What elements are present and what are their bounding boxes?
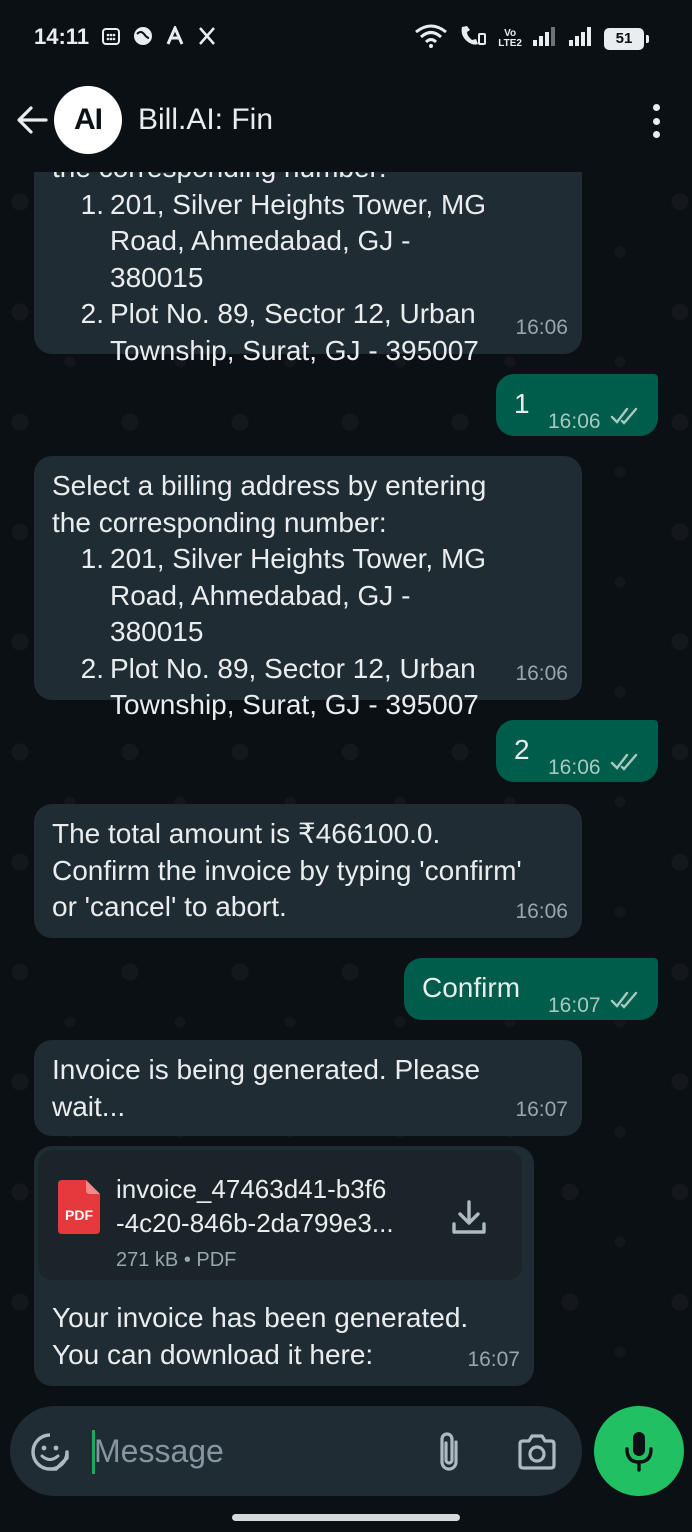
message-text: Invoice is being generated. Please wait.… bbox=[52, 1054, 481, 1122]
emoji-sticker-icon[interactable] bbox=[30, 1432, 70, 1472]
message-time: 16:07 bbox=[515, 1097, 568, 1121]
notification-icons bbox=[100, 25, 218, 47]
message-time: 16:06 bbox=[548, 756, 601, 779]
outgoing-message[interactable]: 2 16:06 bbox=[496, 720, 658, 782]
camera-icon[interactable] bbox=[516, 1432, 558, 1472]
message-text: The total amount is ₹466100.0. Confirm t… bbox=[52, 818, 522, 922]
message-text-partial: the corresponding number: bbox=[52, 172, 506, 187]
svg-text:PDF: PDF bbox=[65, 1207, 93, 1223]
signal-strength-1-icon bbox=[532, 25, 558, 52]
avatar[interactable]: AI bbox=[54, 86, 122, 154]
double-check-icon bbox=[610, 407, 638, 425]
incoming-message-address-list[interactable]: Select a billing address by entering the… bbox=[34, 456, 582, 720]
wifi-call-icon bbox=[458, 24, 488, 53]
file-name: invoice_47463d41-b3f6 -4c20-846b-2da799e… bbox=[116, 1174, 394, 1238]
incoming-message-address-list[interactable]: the corresponding number: 1.201, Silver … bbox=[34, 172, 582, 366]
volte-label: Vo LTE2 bbox=[498, 27, 522, 49]
message-text: Select a billing address by entering the… bbox=[52, 470, 487, 538]
chat-title[interactable]: Bill.AI: Fin bbox=[138, 103, 273, 137]
back-arrow-icon[interactable] bbox=[14, 102, 50, 138]
document-attachment[interactable]: PDF invoice_47463d41-b3f6 -4c20-846b-2da… bbox=[38, 1150, 522, 1280]
address-list: 1. 201, Silver Heights Tower, MG Road, Ah… bbox=[52, 187, 506, 370]
message-text: Confirm bbox=[422, 972, 521, 1003]
signal-strength-2-icon bbox=[568, 25, 594, 52]
x-notification-icon bbox=[196, 25, 218, 47]
message-time: 16:07 bbox=[548, 994, 601, 1017]
address-item: 2. Plot No. 89, Sector 12, Urban Township… bbox=[80, 298, 479, 366]
message-time: 16:06 bbox=[548, 410, 601, 433]
chat-header: AI Bill.AI: Fin bbox=[0, 76, 692, 172]
incoming-message-status[interactable]: Invoice is being generated. Please wait.… bbox=[34, 1040, 582, 1136]
address-item: 1. 201, Silver Heights Tower, MG Road, Ah… bbox=[80, 188, 487, 293]
incoming-document-message[interactable]: PDF invoice_47463d41-b3f6 -4c20-846b-2da… bbox=[34, 1146, 534, 1386]
address-item: 2. Plot No. 89, Sector 12, Urban Township… bbox=[80, 652, 479, 721]
message-list[interactable]: the corresponding number: 1.201, Silver … bbox=[0, 172, 692, 1402]
attach-icon[interactable] bbox=[434, 1430, 464, 1474]
status-time: 14:11 bbox=[34, 24, 90, 49]
incoming-message-total[interactable]: The total amount is ₹466100.0. Confirm t… bbox=[34, 804, 582, 938]
pdf-file-icon: PDF bbox=[58, 1180, 100, 1234]
outgoing-message[interactable]: Confirm 16:07 bbox=[404, 958, 658, 1020]
message-text: 1 bbox=[514, 388, 530, 419]
wifi-icon bbox=[414, 24, 448, 53]
message-caption: Your invoice has been generated. You can… bbox=[52, 1302, 469, 1370]
system-indicators: Vo LTE2 51 bbox=[414, 24, 649, 53]
address-item: 1. 201, Silver Heights Tower, MG Road, Ah… bbox=[80, 543, 487, 647]
double-check-icon bbox=[610, 753, 638, 771]
more-vert-icon[interactable] bbox=[650, 104, 662, 138]
calendar-notification-icon bbox=[100, 25, 122, 47]
double-check-icon bbox=[610, 991, 638, 1009]
address-list: 1. 201, Silver Heights Tower, MG Road, Ah… bbox=[52, 541, 506, 724]
browser-notification-icon bbox=[132, 25, 154, 47]
message-text: 2 bbox=[514, 734, 530, 765]
mic-button[interactable] bbox=[594, 1406, 684, 1496]
message-time: 16:07 bbox=[467, 1347, 520, 1371]
mic-icon bbox=[625, 1432, 653, 1472]
message-time: 16:06 bbox=[515, 315, 568, 339]
gesture-nav-bar[interactable] bbox=[232, 1514, 460, 1521]
outgoing-message[interactable]: 1 16:06 bbox=[496, 374, 658, 436]
compose-bar bbox=[10, 1406, 582, 1496]
battery-indicator: 51 bbox=[604, 27, 649, 50]
app-a-notification-icon bbox=[164, 25, 186, 47]
message-input[interactable] bbox=[94, 1424, 404, 1478]
file-meta: 271 kB • PDF bbox=[116, 1249, 237, 1271]
download-icon[interactable] bbox=[450, 1198, 488, 1238]
message-time: 16:06 bbox=[515, 899, 568, 923]
status-bar: 14:11 Vo LTE2 51 bbox=[0, 0, 692, 76]
message-time: 16:06 bbox=[515, 661, 568, 685]
